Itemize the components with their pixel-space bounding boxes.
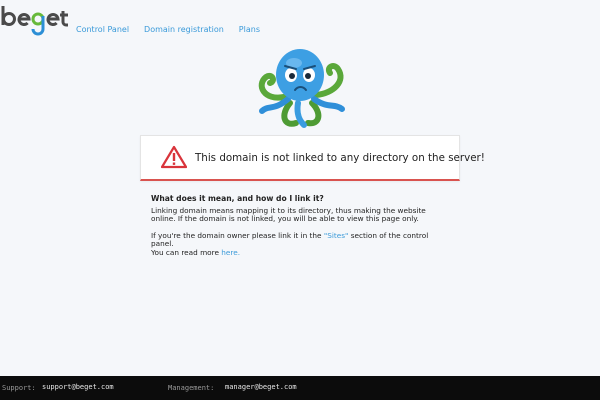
nav-plans[interactable]: Plans — [239, 25, 260, 34]
read-more-text: You can read more — [151, 247, 222, 257]
alert-message: This domain is not linked to any directo… — [195, 152, 485, 164]
warning-triangle-icon — [161, 145, 187, 169]
info-section: What does it mean, and how do I link it?… — [151, 194, 451, 258]
octopus-mascot-image — [254, 45, 348, 129]
manager-email-link[interactable]: manager@beget.com — [225, 383, 297, 391]
domain-not-linked-alert: This domain is not linked to any directo… — [140, 135, 485, 181]
read-more-line: You can read more here. — [151, 247, 451, 258]
info-heading: What does it mean, and how do I link it? — [151, 194, 324, 203]
top-nav: Control Panel Domain registration Plans — [76, 25, 260, 34]
beget-logo[interactable] — [0, 2, 70, 38]
manager-label: Management: — [168, 384, 215, 392]
sites-link[interactable]: "Sites" — [324, 231, 349, 240]
nav-control-panel[interactable]: Control Panel — [76, 25, 129, 34]
support-email-link[interactable]: support@beget.com — [42, 383, 114, 391]
info-explanation: Linking domain means mapping it to its d… — [151, 205, 426, 224]
read-more-link[interactable]: here. — [221, 248, 240, 257]
owner-text-before: If you're the domain owner please link i… — [151, 230, 324, 240]
support-label: Support: — [2, 384, 36, 392]
nav-domain-registration[interactable]: Domain registration — [144, 25, 224, 34]
footer: Support: support@beget.com Management: m… — [0, 376, 600, 400]
owner-instructions: If you're the domain owner please link i… — [151, 230, 451, 249]
